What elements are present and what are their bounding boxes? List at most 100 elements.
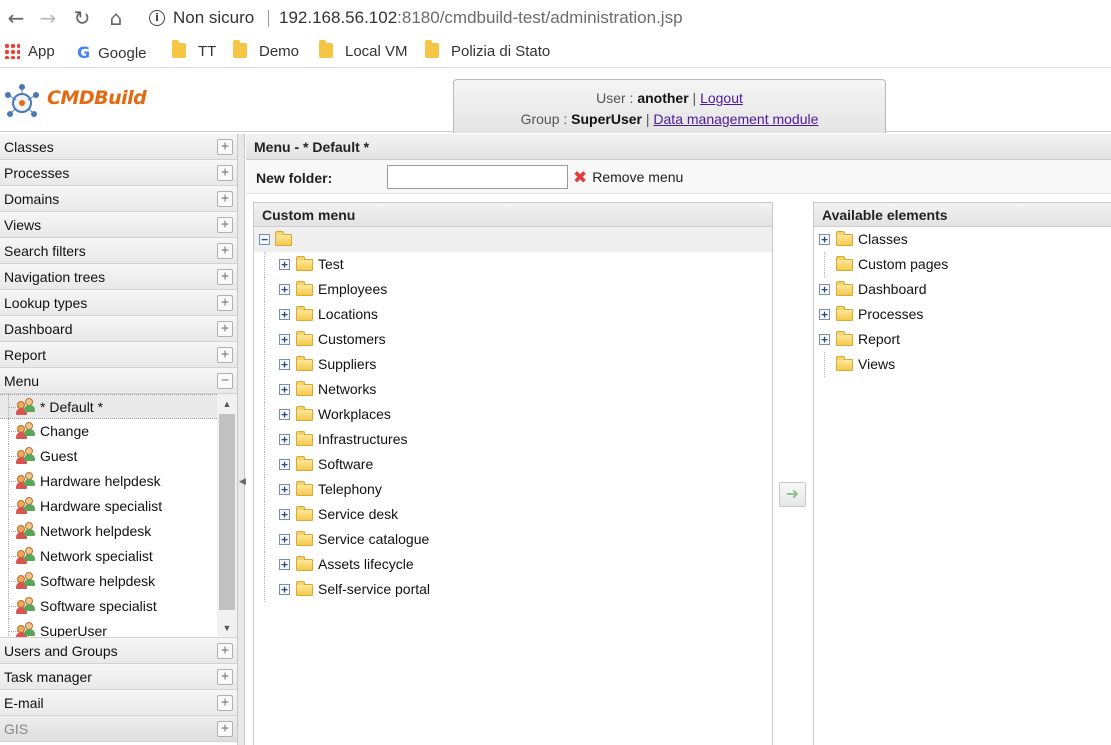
- accordion-navigation-trees[interactable]: Navigation trees +: [0, 264, 237, 290]
- menu-group-network-specialist[interactable]: Network specialist: [0, 544, 237, 569]
- accordion-views[interactable]: Views +: [0, 212, 237, 238]
- available-report[interactable]: + Report: [814, 327, 1111, 352]
- custom-menu-folder-service-desk[interactable]: + Service desk: [254, 502, 772, 527]
- menu-group-change[interactable]: Change: [0, 419, 237, 444]
- expand-node-icon[interactable]: +: [279, 534, 290, 545]
- expand-icon[interactable]: +: [217, 191, 233, 207]
- menu-group-software-specialist[interactable]: Software specialist: [0, 594, 237, 619]
- accordion-classes[interactable]: Classes +: [0, 134, 237, 160]
- custom-menu-folder-suppliers[interactable]: + Suppliers: [254, 352, 772, 377]
- menu-group-guest[interactable]: Guest: [0, 444, 237, 469]
- menu-scrollbar[interactable]: ▲ ▼: [217, 394, 237, 637]
- custom-menu-folder-service-catalogue[interactable]: + Service catalogue: [254, 527, 772, 552]
- custom-menu-folder-infrastructures[interactable]: + Infrastructures: [254, 427, 772, 452]
- menu-group-software-helpdesk[interactable]: Software helpdesk: [0, 569, 237, 594]
- expand-node-icon[interactable]: +: [819, 334, 830, 345]
- bookmark-demo[interactable]: Demo: [233, 40, 299, 63]
- expand-icon[interactable]: +: [217, 669, 233, 685]
- expand-node-icon[interactable]: +: [279, 384, 290, 395]
- accordion-task-manager[interactable]: Task manager +: [0, 664, 237, 690]
- menu-group-network-helpdesk[interactable]: Network helpdesk: [0, 519, 237, 544]
- expand-icon[interactable]: +: [217, 321, 233, 337]
- reload-icon[interactable]: ↻: [70, 6, 94, 30]
- bookmark-apps[interactable]: App: [4, 43, 55, 63]
- available-views[interactable]: Views: [814, 352, 1111, 377]
- bookmark-tt[interactable]: TT: [172, 40, 216, 63]
- expand-icon[interactable]: +: [217, 721, 233, 737]
- accordion-report[interactable]: Report +: [0, 342, 237, 368]
- url-text[interactable]: 192.168.56.102:8180/cmdbuild-test/admini…: [279, 8, 683, 28]
- available-classes[interactable]: + Classes: [814, 227, 1111, 252]
- bookmark-polizia[interactable]: Polizia di Stato: [425, 40, 550, 63]
- expand-node-icon[interactable]: +: [279, 359, 290, 370]
- expand-node-icon[interactable]: +: [279, 559, 290, 570]
- available-custom-pages[interactable]: Custom pages: [814, 252, 1111, 277]
- bookmark-google[interactable]: G Google: [77, 43, 147, 63]
- expand-node-icon[interactable]: +: [279, 309, 290, 320]
- custom-menu-folder-telephony[interactable]: + Telephony: [254, 477, 772, 502]
- custom-menu-folder-locations[interactable]: + Locations: [254, 302, 772, 327]
- custom-menu-folder-employees[interactable]: + Employees: [254, 277, 772, 302]
- expand-node-icon[interactable]: +: [819, 284, 830, 295]
- collapse-node-icon[interactable]: −: [259, 234, 270, 245]
- menu-group-hardware-helpdesk[interactable]: Hardware helpdesk: [0, 469, 237, 494]
- menu-group-superuser[interactable]: SuperUser: [0, 619, 237, 637]
- accordion-search-filters[interactable]: Search filters +: [0, 238, 237, 264]
- custom-menu-folder-workplaces[interactable]: + Workplaces: [254, 402, 772, 427]
- collapse-left-icon[interactable]: ◀: [239, 469, 246, 493]
- accordion-domains[interactable]: Domains +: [0, 186, 237, 212]
- expand-node-icon[interactable]: +: [279, 334, 290, 345]
- accordion-dashboard[interactable]: Dashboard +: [0, 316, 237, 342]
- expand-icon[interactable]: +: [217, 269, 233, 285]
- accordion-e-mail[interactable]: E-mail +: [0, 690, 237, 716]
- new-folder-input[interactable]: [387, 165, 568, 189]
- home-icon[interactable]: ⌂: [104, 6, 128, 30]
- collapse-icon[interactable]: −: [217, 373, 233, 389]
- custom-menu-folder-networks[interactable]: + Networks: [254, 377, 772, 402]
- custom-menu-folder-customers[interactable]: + Customers: [254, 327, 772, 352]
- address-bar[interactable]: i Non sicuro 192.168.56.102:8180/cmdbuil…: [140, 4, 1111, 32]
- info-icon[interactable]: i: [149, 10, 165, 26]
- expand-icon[interactable]: +: [217, 165, 233, 181]
- available-dashboard[interactable]: + Dashboard: [814, 277, 1111, 302]
- bookmark-local-vm[interactable]: Local VM: [319, 40, 408, 63]
- expand-node-icon[interactable]: +: [279, 584, 290, 595]
- expand-node-icon[interactable]: +: [279, 484, 290, 495]
- expand-icon[interactable]: +: [217, 217, 233, 233]
- available-processes[interactable]: + Processes: [814, 302, 1111, 327]
- accordion-processes[interactable]: Processes +: [0, 160, 237, 186]
- expand-node-icon[interactable]: +: [279, 509, 290, 520]
- expand-icon[interactable]: +: [217, 295, 233, 311]
- menu-group-hardware-specialist[interactable]: Hardware specialist: [0, 494, 237, 519]
- expand-node-icon[interactable]: +: [279, 259, 290, 270]
- expand-node-icon[interactable]: +: [279, 434, 290, 445]
- expand-node-icon[interactable]: +: [819, 309, 830, 320]
- expand-icon[interactable]: +: [217, 695, 233, 711]
- accordion-gis[interactable]: GIS +: [0, 716, 237, 742]
- accordion-lookup-types[interactable]: Lookup types +: [0, 290, 237, 316]
- accordion-menu[interactable]: Menu −: [0, 368, 237, 394]
- expand-icon[interactable]: +: [217, 139, 233, 155]
- custom-menu-folder-software[interactable]: + Software: [254, 452, 772, 477]
- expand-node-icon[interactable]: +: [279, 459, 290, 470]
- custom-menu-folder-assets-lifecycle[interactable]: + Assets lifecycle: [254, 552, 772, 577]
- expand-node-icon[interactable]: +: [819, 234, 830, 245]
- custom-menu-folder-self-service-portal[interactable]: + Self-service portal: [254, 577, 772, 602]
- expand-icon[interactable]: +: [217, 347, 233, 363]
- scroll-up-icon[interactable]: ▲: [217, 396, 237, 412]
- forward-icon[interactable]: →: [36, 6, 60, 30]
- data-management-link[interactable]: Data management module: [653, 111, 818, 127]
- scroll-down-icon[interactable]: ▼: [217, 620, 237, 636]
- panel-splitter[interactable]: ◀: [238, 134, 246, 745]
- menu-group-default[interactable]: * Default *: [0, 394, 237, 420]
- scroll-thumb[interactable]: [219, 414, 235, 610]
- back-icon[interactable]: ←: [4, 6, 28, 30]
- logout-link[interactable]: Logout: [700, 90, 743, 106]
- accordion-users-and-groups[interactable]: Users and Groups +: [0, 638, 237, 664]
- expand-icon[interactable]: +: [217, 643, 233, 659]
- custom-menu-folder-test[interactable]: + Test: [254, 252, 772, 277]
- add-to-menu-button[interactable]: ➜: [779, 482, 806, 507]
- expand-icon[interactable]: +: [217, 243, 233, 259]
- custom-menu-root[interactable]: −: [254, 227, 772, 252]
- expand-node-icon[interactable]: +: [279, 284, 290, 295]
